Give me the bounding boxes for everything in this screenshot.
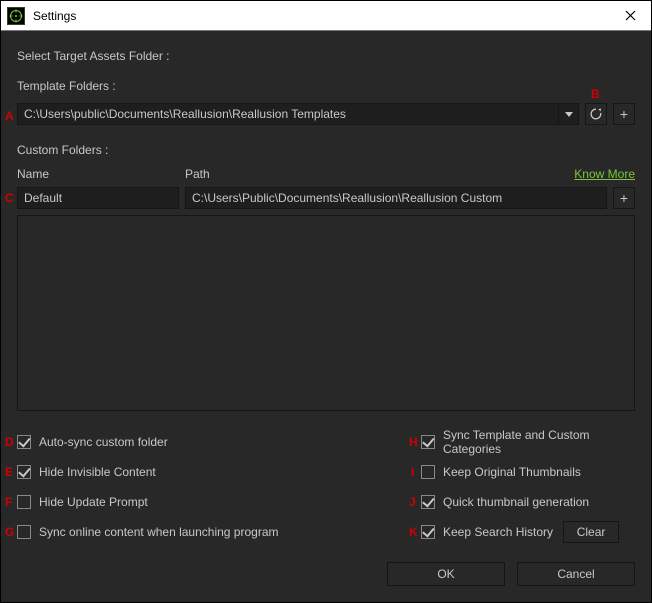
template-path-input[interactable]: C:\Users\public\Documents\Reallusion\Rea…	[17, 103, 559, 125]
custom-folders-label: Custom Folders :	[17, 143, 635, 157]
settings-window: Settings Select Target Assets Folder : T…	[0, 0, 652, 603]
template-dropdown-button[interactable]	[559, 103, 579, 125]
auto-sync-checkbox[interactable]	[17, 435, 31, 449]
custom-name-input[interactable]: Default	[17, 187, 179, 209]
refresh-button[interactable]	[585, 103, 607, 125]
marker-j: J	[409, 495, 416, 509]
titlebar: Settings	[1, 1, 651, 31]
marker-a: A	[5, 109, 14, 123]
select-target-label: Select Target Assets Folder :	[17, 49, 635, 63]
marker-d: D	[5, 435, 14, 449]
hide-invisible-checkbox[interactable]	[17, 465, 31, 479]
close-icon	[625, 10, 636, 21]
know-more-link[interactable]: Know More	[574, 167, 635, 181]
marker-g: G	[5, 525, 14, 539]
col-name-label: Name	[17, 167, 185, 181]
sync-online-checkbox[interactable]	[17, 525, 31, 539]
add-custom-button[interactable]: +	[613, 187, 635, 209]
template-path-dropdown[interactable]: C:\Users\public\Documents\Reallusion\Rea…	[17, 103, 579, 125]
keep-search-checkbox[interactable]	[421, 525, 435, 539]
col-path-label: Path	[185, 167, 574, 181]
window-title: Settings	[33, 9, 76, 23]
sync-template-label: Sync Template and Custom Categories	[443, 428, 635, 456]
auto-sync-label: Auto-sync custom folder	[39, 435, 168, 449]
hide-update-label: Hide Update Prompt	[39, 495, 148, 509]
cancel-button[interactable]: Cancel	[517, 562, 635, 586]
close-button[interactable]	[609, 1, 651, 30]
hide-update-checkbox[interactable]	[17, 495, 31, 509]
sync-template-checkbox[interactable]	[421, 435, 435, 449]
keep-search-label: Keep Search History	[443, 525, 553, 539]
marker-h: H	[409, 435, 418, 449]
quick-thumb-label: Quick thumbnail generation	[443, 495, 589, 509]
marker-i: I	[411, 465, 414, 479]
marker-f: F	[5, 495, 12, 509]
marker-k: K	[409, 525, 418, 539]
add-template-button[interactable]: +	[613, 103, 635, 125]
marker-c: C	[5, 191, 14, 205]
sync-online-label: Sync online content when launching progr…	[39, 525, 278, 539]
custom-folder-list[interactable]	[17, 215, 635, 411]
quick-thumb-checkbox[interactable]	[421, 495, 435, 509]
clear-button[interactable]: Clear	[563, 521, 619, 543]
ok-button[interactable]: OK	[387, 562, 505, 586]
keep-thumb-label: Keep Original Thumbnails	[443, 465, 581, 479]
keep-thumb-checkbox[interactable]	[421, 465, 435, 479]
custom-path-input[interactable]: C:\Users\Public\Documents\Reallusion\Rea…	[185, 187, 607, 209]
hide-invisible-label: Hide Invisible Content	[39, 465, 156, 479]
refresh-icon	[589, 107, 603, 121]
template-folders-label: Template Folders :	[17, 79, 635, 93]
marker-e: E	[5, 465, 13, 479]
app-icon	[7, 7, 25, 25]
chevron-down-icon	[565, 112, 573, 117]
marker-b: B	[591, 87, 600, 101]
